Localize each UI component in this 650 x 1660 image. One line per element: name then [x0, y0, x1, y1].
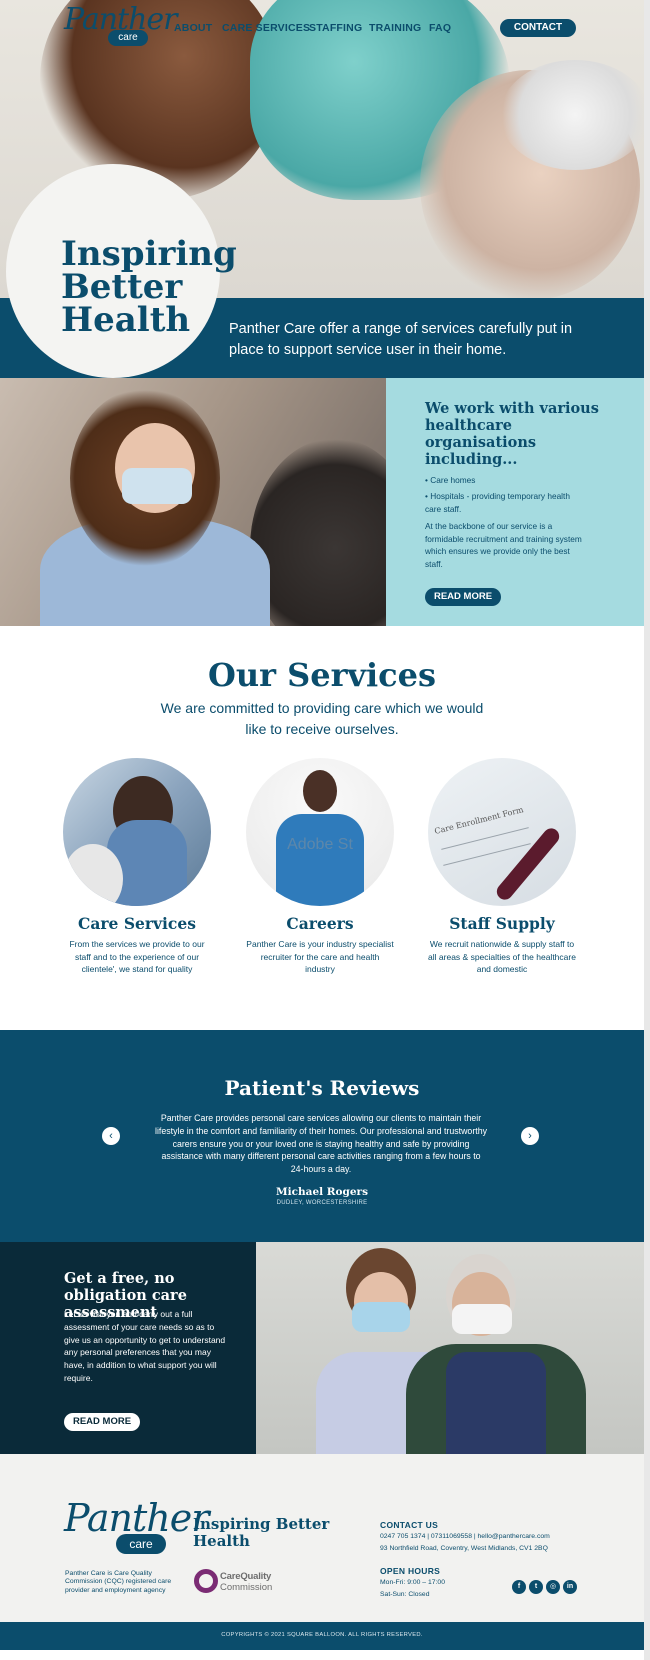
photo-mask-shape	[122, 468, 192, 504]
facebook-icon[interactable]: f	[512, 1580, 526, 1594]
linkedin-icon[interactable]: in	[563, 1580, 577, 1594]
chevron-right-icon[interactable]: ›	[521, 1127, 539, 1145]
contact-address: 93 Northfield Road, Coventry, West Midla…	[380, 1545, 548, 1552]
cqc-logo-line: Commission	[220, 1582, 273, 1593]
chevron-left-icon[interactable]: ‹	[102, 1127, 120, 1145]
reviewer-location: DUDLEY, WORCESTERSHIRE	[276, 1200, 368, 1206]
hero-title-line: Health	[61, 300, 191, 340]
thumbs-up-photo	[256, 1242, 644, 1454]
cqc-logo-line: CareQuality	[220, 1571, 272, 1582]
site-header: Panther care ABOUT CARE SERVICES STAFFIN…	[0, 0, 644, 56]
instagram-icon[interactable]: ◎	[546, 1580, 560, 1594]
nurse-photo	[0, 378, 386, 626]
cqc-registration-text: Panther Care is Care Quality Commission …	[65, 1570, 172, 1594]
hours-weekdays: Mon-Fri: 9:00 – 17:00	[380, 1579, 445, 1586]
cqc-logo[interactable]: CareQuality Commission	[194, 1569, 284, 1595]
footer-tagline: Inspiring Better Health	[193, 1515, 330, 1550]
pen-shape	[493, 825, 563, 903]
work-item-hospitals: • Hospitals - providing temporary health…	[425, 491, 570, 514]
services-subtitle: We are committed to providing care which…	[160, 700, 484, 737]
review-text: Panther Care provides personal care serv…	[155, 1113, 487, 1175]
cqc-ring-icon	[194, 1569, 218, 1593]
logo-pill: care	[116, 1534, 166, 1554]
site-footer: Panther care Inspiring Better Health Pan…	[0, 1454, 644, 1622]
reviews-section: Patient's Reviews Panther Care provides …	[0, 1030, 644, 1242]
assessment-text: Let us visit you and carry out a full as…	[64, 1309, 226, 1383]
photo-patient-shape	[250, 438, 386, 626]
service-title: Careers	[286, 914, 354, 933]
work-with-section: We work with various healthcare organisa…	[0, 378, 644, 626]
site-logo[interactable]: Panther care	[64, 2, 178, 50]
nav-about[interactable]: ABOUT	[174, 22, 212, 34]
logo-pill: care	[108, 30, 148, 46]
image-figure	[303, 770, 337, 812]
copyright-bar: COPYRIGHTS © 2021 SQUARE BALLOON. ALL RI…	[0, 1622, 644, 1650]
service-title: Care Services	[78, 914, 196, 933]
image-watermark: Adobe St	[287, 836, 353, 853]
image-figure	[276, 814, 364, 906]
care-services-image	[63, 758, 211, 906]
contact-title: CONTACT US	[380, 1520, 439, 1530]
reviews-title: Patient's Reviews	[224, 1076, 420, 1100]
form-label: Care Enrollment Form	[433, 805, 525, 836]
copyright-text: COPYRIGHTS © 2021 SQUARE BALLOON. ALL RI…	[221, 1632, 423, 1638]
careers-image: Adobe St	[246, 758, 394, 906]
work-item-care-homes: • Care homes	[425, 475, 476, 485]
image-figure	[63, 844, 123, 906]
hours-title: OPEN HOURS	[380, 1566, 441, 1576]
photo-figure	[446, 1352, 546, 1454]
photo-figure	[452, 1304, 512, 1334]
reviewer-name: Michael Rogers	[276, 1186, 368, 1198]
nav-faq[interactable]: FAQ	[429, 22, 451, 34]
work-with-panel: We work with various healthcare organisa…	[386, 378, 644, 626]
hero-photo-hair	[500, 60, 644, 170]
service-title: Staff Supply	[449, 914, 555, 933]
hero-tagline: Panther Care offer a range of services c…	[229, 321, 573, 358]
nav-staffing[interactable]: STAFFING	[309, 22, 362, 34]
page-edge	[644, 0, 650, 1660]
service-card-care-services[interactable]: Care Services From the services we provi…	[46, 758, 228, 976]
services-title: Our Services	[207, 656, 437, 694]
photo-figure	[352, 1302, 410, 1332]
footer-logo[interactable]: Panther care	[64, 1496, 209, 1560]
assessment-read-more-button[interactable]: READ MORE	[64, 1413, 140, 1431]
contact-button[interactable]: CONTACT	[500, 19, 576, 37]
services-section: Our Services We are committed to providi…	[0, 626, 644, 1030]
service-card-careers[interactable]: Adobe St Careers Panther Care is your in…	[229, 758, 411, 976]
work-paragraph: At the backbone of our service is a form…	[425, 521, 582, 569]
nav-care-services[interactable]: CARE SERVICES	[222, 22, 310, 34]
hero-title: Inspiring Better Health	[61, 237, 237, 340]
service-text: We recruit nationwide & supply staff to …	[428, 939, 576, 974]
hours-weekend: Sat-Sun: Closed	[380, 1591, 430, 1598]
service-card-staff-supply[interactable]: Care Enrollment Form Staff Supply We rec…	[411, 758, 593, 976]
twitter-icon[interactable]: t	[529, 1580, 543, 1594]
staff-supply-image: Care Enrollment Form	[428, 758, 576, 906]
service-text: From the services we provide to our staf…	[69, 939, 205, 974]
contact-details[interactable]: 0247 705 1374 | 07311069558 | hello@pant…	[380, 1533, 550, 1540]
assessment-panel: Get a free, no obligation care assessmen…	[0, 1242, 256, 1454]
read-more-button[interactable]: READ MORE	[425, 588, 501, 606]
service-text: Panther Care is your industry specialist…	[246, 939, 394, 974]
nav-training[interactable]: TRAINING	[369, 22, 421, 34]
work-with-title: We work with various healthcare organisa…	[425, 400, 599, 468]
assessment-section: Get a free, no obligation care assessmen…	[0, 1242, 644, 1454]
